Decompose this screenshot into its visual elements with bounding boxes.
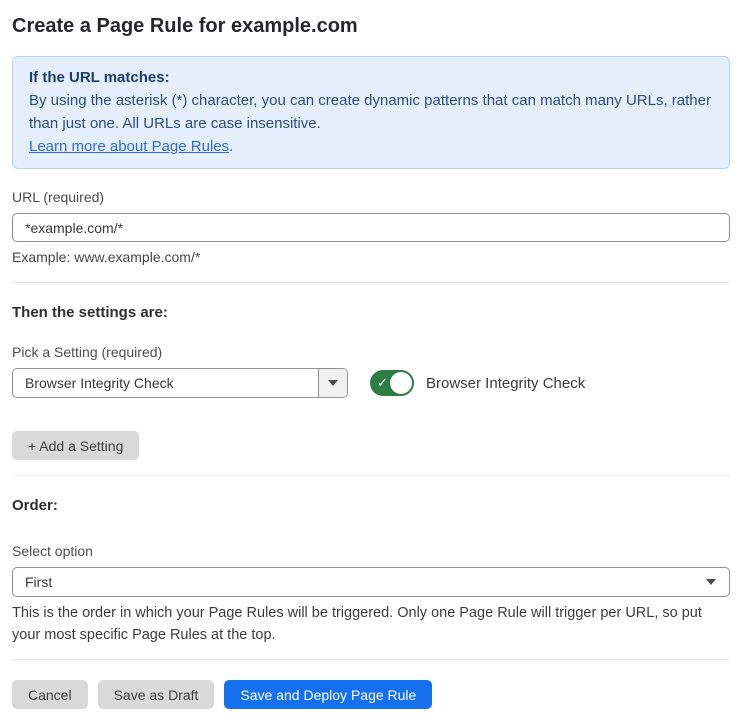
save-as-draft-button[interactable]: Save as Draft	[98, 680, 215, 709]
cancel-button[interactable]: Cancel	[12, 680, 88, 709]
chevron-down-icon	[706, 579, 716, 585]
chevron-down-icon	[328, 380, 338, 386]
order-select[interactable]: First	[12, 567, 730, 597]
url-field-label: URL (required)	[12, 189, 730, 205]
section-divider	[12, 282, 730, 283]
order-section-heading: Order:	[12, 497, 730, 514]
info-callout-heading: If the URL matches:	[29, 66, 713, 89]
page-rule-form: Create a Page Rule for example.com If th…	[0, 0, 750, 709]
link-suffix-period: .	[229, 138, 233, 155]
check-icon: ✓	[377, 376, 388, 389]
info-callout-link-line: Learn more about Page Rules.	[29, 135, 713, 158]
setting-picker-arrow-button[interactable]	[318, 369, 347, 397]
setting-picker-row: Browser Integrity Check ✓ Browser Integr…	[12, 368, 730, 398]
url-example-helper: Example: www.example.com/*	[12, 249, 730, 266]
save-and-deploy-button[interactable]: Save and Deploy Page Rule	[224, 680, 432, 709]
page-title: Create a Page Rule for example.com	[12, 15, 730, 37]
setting-picker-dropdown[interactable]: Browser Integrity Check	[12, 368, 348, 398]
order-select-label: Select option	[12, 543, 730, 559]
order-helper-text: This is the order in which your Page Rul…	[12, 602, 730, 646]
setting-picker-value: Browser Integrity Check	[13, 369, 318, 397]
footer-actions: Cancel Save as Draft Save and Deploy Pag…	[12, 680, 730, 709]
order-select-value: First	[25, 574, 52, 590]
toggle-knob	[390, 372, 412, 394]
section-divider	[12, 475, 730, 476]
url-input[interactable]	[12, 213, 730, 242]
footer-divider	[12, 659, 730, 660]
info-callout-body: By using the asterisk (*) character, you…	[29, 89, 713, 135]
pick-setting-label: Pick a Setting (required)	[12, 344, 730, 360]
url-match-info-callout: If the URL matches: By using the asteris…	[12, 56, 730, 169]
settings-section-heading: Then the settings are:	[12, 304, 730, 321]
browser-integrity-check-toggle[interactable]: ✓	[370, 370, 414, 396]
add-setting-button[interactable]: + Add a Setting	[12, 431, 139, 460]
toggle-setting-label: Browser Integrity Check	[426, 375, 585, 392]
learn-more-page-rules-link[interactable]: Learn more about Page Rules	[29, 138, 229, 155]
